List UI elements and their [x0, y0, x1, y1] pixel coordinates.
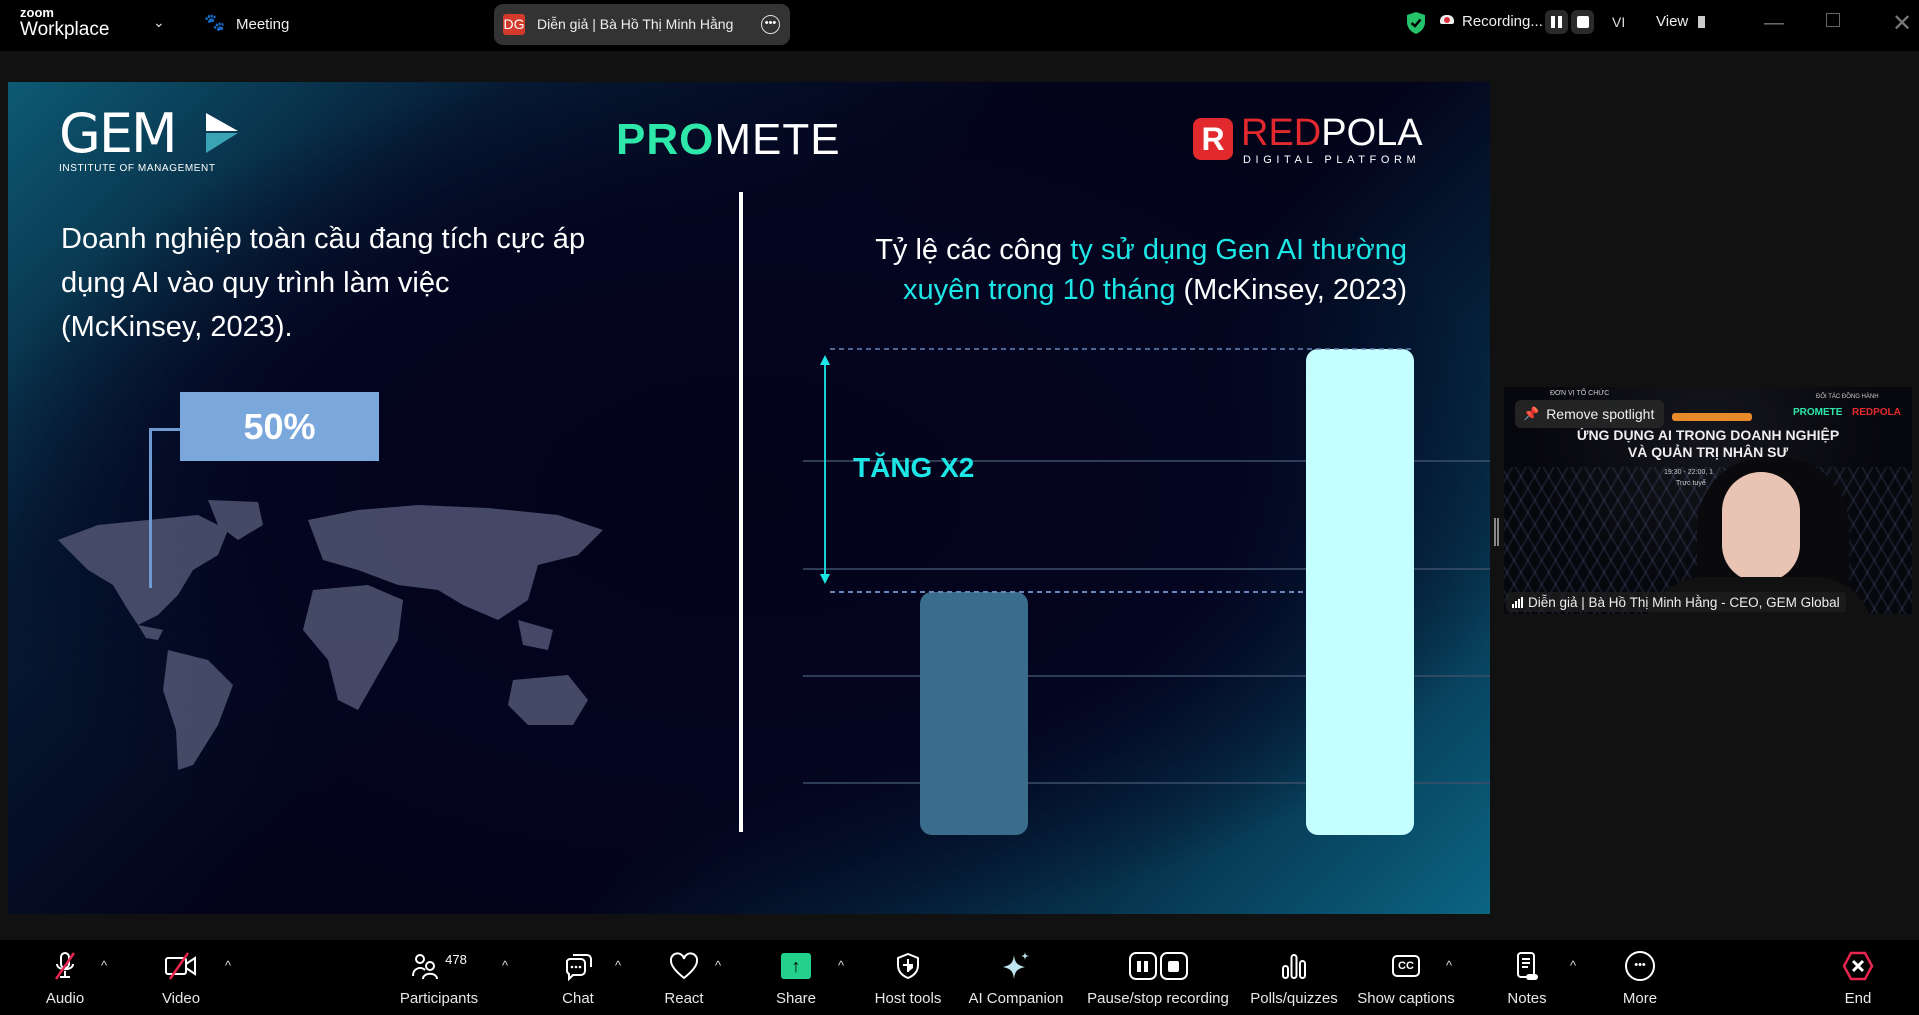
bg-promete: PROMETE	[1793, 407, 1843, 418]
video-options-caret[interactable]: ^	[225, 958, 231, 973]
shared-slide: GEM INSTITUTE OF MANAGEMENT PROMETE R RE…	[8, 82, 1490, 914]
view-button[interactable]: View	[1656, 13, 1688, 30]
participant-name: Diễn giả | Bà Hồ Thị Minh Hằng - CEO, GE…	[1528, 594, 1840, 610]
pause-icon	[1128, 952, 1157, 980]
bar-chart	[803, 348, 1490, 835]
meeting-icon: 🐾	[204, 13, 226, 32]
pin-icon: 📌	[1523, 406, 1540, 421]
ai-companion-label: AI Companion	[968, 990, 1064, 1007]
meeting-toolbar: Audio ^ Video ^ 478 Participants ^ Chat ^…	[0, 940, 1919, 1015]
brand-top: zoom	[20, 5, 54, 20]
language-button[interactable]: VI	[1612, 14, 1625, 30]
end-icon	[1783, 948, 1919, 984]
arrow-down-head	[820, 574, 830, 584]
panel-resize-handle[interactable]	[1494, 518, 1499, 546]
bg-time: 19:30 - 22:00, 1	[1664, 469, 1714, 476]
video-label: Video	[161, 990, 201, 1007]
speaker-name: Diễn giả | Bà Hồ Thị Minh Hằng	[537, 16, 734, 32]
participant-name-label: Diễn giả | Bà Hồ Thị Minh Hằng - CEO, GE…	[1506, 592, 1846, 612]
bg-event-title: ỨNG DỤNG AI TRONG DOANH NGHIỆP VÀ QUẢN T…	[1504, 427, 1912, 461]
participants-button[interactable]: 478 Participants	[364, 948, 514, 1008]
bg-mode: Trực tuyế	[1676, 480, 1706, 487]
speaker-face	[1722, 472, 1800, 582]
ai-companion-button[interactable]: AI Companion	[941, 948, 1091, 1007]
end-label: End	[1844, 990, 1872, 1007]
video-tile[interactable]: ĐƠN VỊ TỔ CHỨC ĐỐI TÁC ĐỒNG HÀNH PROMETE…	[1504, 387, 1912, 614]
bar-1	[920, 592, 1028, 835]
pause-recording-button[interactable]	[1545, 10, 1568, 34]
more-options-icon[interactable]: •••	[761, 15, 780, 34]
arrow-up-head	[820, 355, 830, 365]
stop-recording-button[interactable]	[1571, 10, 1594, 34]
close-window-icon[interactable]: ✕	[1892, 9, 1912, 38]
participants-count: 478	[445, 951, 467, 967]
stop-icon	[1159, 952, 1188, 980]
pause-stop-label: Pause/stop recording	[1087, 990, 1229, 1007]
more-label: More	[1622, 990, 1658, 1007]
remove-spotlight-label: Remove spotlight	[1546, 406, 1655, 422]
chevron-down-icon[interactable]: ⌄	[153, 14, 165, 31]
speaker-pill[interactable]: DG Diễn giả | Bà Hồ Thị Minh Hằng •••	[494, 4, 790, 45]
security-shield-icon[interactable]	[1405, 11, 1427, 40]
restore-icon[interactable]	[1826, 13, 1840, 27]
sparkle-icon	[941, 948, 1091, 984]
zoom-logo: zoom Workplace	[20, 6, 109, 39]
participants-icon	[412, 954, 439, 980]
share-arrow-icon: ↑	[781, 953, 811, 979]
bg-title-2: VÀ QUẢN TRỊ NHÂN SỰ	[1627, 444, 1789, 460]
title-bar: zoom Workplace ⌄ 🐾 Meeting DG Diễn giả |…	[0, 0, 1919, 51]
cc-icon: CC	[1392, 955, 1420, 977]
meeting-label[interactable]: Meeting	[236, 16, 289, 33]
speaker-avatar: DG	[503, 14, 525, 35]
recording-status: Recording...	[1462, 13, 1543, 30]
participants-label: Participants	[399, 990, 479, 1007]
bg-partner: ĐỐI TÁC ĐỒNG HÀNH	[1816, 394, 1879, 400]
bg-orange-tag	[1672, 413, 1752, 421]
bg-redpola: REDPOLA	[1852, 407, 1901, 418]
brand-bottom: Workplace	[20, 19, 110, 40]
remove-spotlight-button[interactable]: 📌 Remove spotlight	[1515, 400, 1665, 428]
more-dots-icon: •••	[1625, 951, 1655, 981]
bar-2	[1306, 349, 1414, 835]
signal-strength-icon	[1512, 596, 1523, 608]
more-button[interactable]: ••• More	[1565, 948, 1715, 1007]
increase-annotation: TĂNG X2	[853, 452, 975, 483]
cloud-recording-icon	[1440, 15, 1454, 24]
video-off-icon	[106, 948, 256, 984]
pause-stop-recording-button[interactable]: Pause/stop recording	[1078, 948, 1238, 1007]
bg-organizer: ĐƠN VỊ TỔ CHỨC	[1550, 390, 1610, 397]
video-button[interactable]: Video	[106, 948, 256, 1007]
bg-title-1: ỨNG DỤNG AI TRONG DOANH NGHIỆP	[1576, 427, 1840, 443]
view-layout-icon[interactable]	[1698, 16, 1705, 28]
end-meeting-button[interactable]: End	[1783, 948, 1919, 1007]
minimize-icon[interactable]: —	[1764, 12, 1784, 35]
